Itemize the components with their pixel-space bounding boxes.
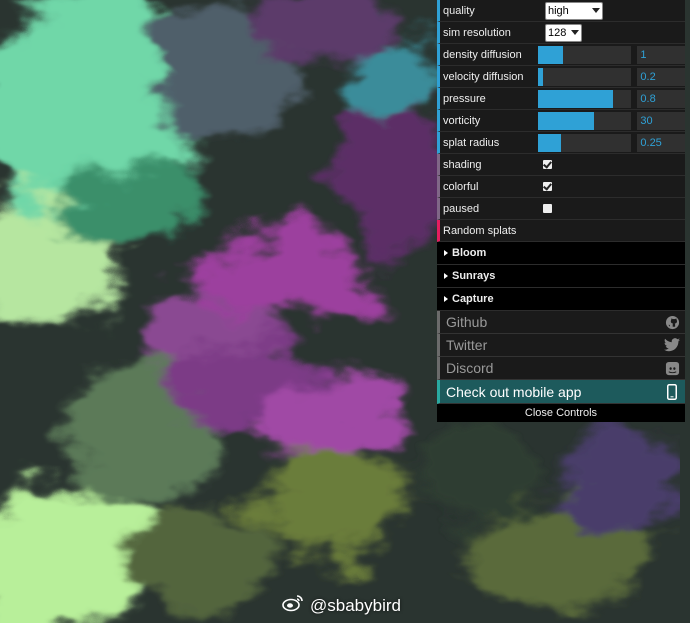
slider-label: density diffusion	[443, 48, 522, 61]
quality-control: quality high	[437, 0, 685, 22]
phone-icon	[664, 383, 680, 400]
paused-toggle-row[interactable]: paused	[437, 198, 685, 220]
weibo-icon	[282, 594, 304, 617]
slider-label: pressure	[443, 92, 486, 105]
close-controls-button[interactable]: Close Controls	[437, 404, 685, 422]
watermark: @sbabybird	[282, 594, 401, 617]
density-diffusion-slider[interactable]	[538, 45, 632, 64]
quality-label: quality	[443, 4, 475, 17]
shading-checkbox[interactable]	[543, 160, 552, 169]
sim-resolution-label: sim resolution	[443, 26, 511, 39]
splat-radius-input[interactable]: 0.25	[637, 133, 685, 152]
slider-label: splat radius	[443, 136, 500, 149]
watermark-text: @sbabybird	[310, 595, 401, 615]
slider-row: density diffusion 1	[437, 44, 685, 66]
random-splats-label: Random splats	[443, 224, 517, 237]
sim-resolution-select[interactable]: 128	[545, 23, 582, 42]
quality-value: high	[548, 4, 569, 17]
twitter-icon	[664, 337, 680, 353]
vorticity-input[interactable]: 30	[637, 111, 685, 130]
chevron-down-icon	[592, 8, 600, 13]
slider-fill	[538, 133, 561, 152]
slider-fill	[538, 111, 595, 130]
density-diffusion-input[interactable]: 1	[637, 45, 685, 64]
random-splats-button[interactable]: Random splats	[437, 220, 685, 242]
slider-label: vorticity	[443, 114, 481, 127]
controls-panel: quality high sim resolution 128 density …	[437, 0, 685, 422]
splat-radius-slider[interactable]	[538, 133, 632, 152]
discord-label: Discord	[446, 360, 494, 376]
checkbox-label: colorful	[443, 180, 479, 193]
mobile-app-link[interactable]: Check out mobile app	[437, 380, 685, 404]
shading-toggle-row[interactable]: shading	[437, 154, 685, 176]
slider-row: pressure 0.8	[437, 88, 685, 110]
velocity-diffusion-slider[interactable]	[538, 67, 632, 86]
sim-resolution-control: sim resolution 128	[437, 22, 685, 44]
folder-label: Bloom	[452, 247, 487, 259]
twitter-label: Twitter	[446, 337, 488, 353]
pressure-input[interactable]: 0.8	[637, 89, 685, 108]
colorful-checkbox[interactable]	[543, 182, 552, 191]
twitter-link[interactable]: Twitter	[437, 334, 685, 357]
github-link[interactable]: Github	[437, 311, 685, 334]
colorful-toggle-row[interactable]: colorful	[437, 176, 685, 198]
slider-label: velocity diffusion	[443, 70, 524, 83]
pressure-slider[interactable]	[538, 89, 632, 108]
velocity-diffusion-input[interactable]: 0.2	[637, 67, 685, 86]
folder-capture[interactable]: Capture	[437, 288, 685, 311]
discord-icon	[664, 360, 680, 376]
slider-fill	[538, 45, 564, 64]
chevron-down-icon	[571, 30, 579, 35]
slider-row: velocity diffusion 0.2	[437, 66, 685, 88]
github-icon	[664, 314, 680, 330]
slider-fill	[538, 67, 543, 86]
vorticity-slider[interactable]	[538, 111, 632, 130]
slider-row: vorticity 30	[437, 110, 685, 132]
checkbox-label: paused	[443, 202, 480, 215]
slider-fill	[538, 89, 613, 108]
mobile-app-label: Check out mobile app	[446, 383, 582, 400]
quality-select[interactable]: high	[545, 1, 603, 20]
folder-sunrays[interactable]: Sunrays	[437, 265, 685, 288]
checkbox-label: shading	[443, 158, 482, 171]
github-label: Github	[446, 314, 488, 330]
folder-bloom[interactable]: Bloom	[437, 242, 685, 265]
sim-resolution-value: 128	[548, 26, 567, 39]
slider-row: splat radius 0.25	[437, 132, 685, 154]
paused-checkbox[interactable]	[543, 204, 552, 213]
folder-label: Sunrays	[452, 270, 496, 282]
discord-link[interactable]: Discord	[437, 357, 685, 380]
folder-label: Capture	[452, 293, 494, 305]
